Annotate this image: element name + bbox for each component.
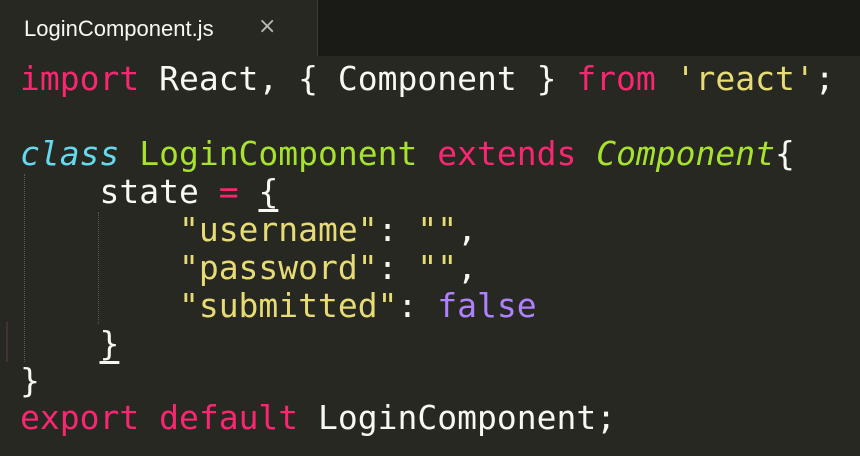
code-line-4: state = { — [20, 173, 278, 211]
constant-token: false — [437, 286, 537, 325]
code-line-1: import React, { Component } from 'react'… — [20, 60, 835, 98]
class-name-token: LoginComponent — [139, 134, 418, 173]
string-token: "" — [417, 248, 458, 287]
gutter-modified-marker — [6, 322, 8, 362]
operator-token: = — [218, 172, 239, 211]
code-line-6: "password": "", — [20, 249, 477, 287]
code-token: , — [457, 248, 478, 287]
close-icon[interactable]: × — [258, 14, 276, 39]
code-line-9: } — [20, 362, 40, 400]
code-token: React, { Component } — [139, 59, 577, 98]
keyword-token: import — [20, 59, 140, 98]
code-token: } — [20, 361, 40, 400]
code-line-5: "username": "", — [20, 211, 477, 249]
code-line-10: export default LoginComponent; — [20, 399, 616, 437]
code-token: { — [775, 134, 795, 173]
code-token: : — [377, 248, 418, 287]
code-line-3: class LoginComponent extends Component{ — [20, 135, 795, 173]
code-token: state — [99, 172, 219, 211]
code-token: : — [397, 286, 438, 325]
string-token: 'react' — [675, 59, 815, 98]
keyword-token: from — [576, 59, 656, 98]
string-token: "submitted" — [178, 286, 398, 325]
keyword-token: default — [159, 398, 299, 437]
tab-bar: LoginComponent.js × — [0, 0, 860, 56]
code-token: : — [377, 210, 418, 249]
file-tab[interactable]: LoginComponent.js × — [0, 0, 318, 56]
string-token: "username" — [178, 210, 378, 249]
code-token: LoginComponent; — [298, 398, 617, 437]
bracket-match-token: { — [258, 172, 279, 211]
code-line-7: "submitted": false — [20, 287, 537, 325]
code-editor[interactable]: import React, { Component } from 'react'… — [0, 56, 860, 456]
string-token: "" — [417, 210, 458, 249]
code-line-8: } — [20, 325, 119, 363]
bracket-match-token: } — [99, 324, 120, 363]
string-token: "password" — [178, 248, 378, 287]
code-token: , — [457, 210, 478, 249]
code-token: ; — [814, 59, 835, 98]
keyword-token: extends — [437, 134, 577, 173]
keyword-token: export — [20, 398, 140, 437]
tab-title[interactable]: LoginComponent.js — [24, 16, 214, 42]
class-name-token: Component — [596, 134, 776, 173]
storage-token: class — [20, 134, 120, 173]
